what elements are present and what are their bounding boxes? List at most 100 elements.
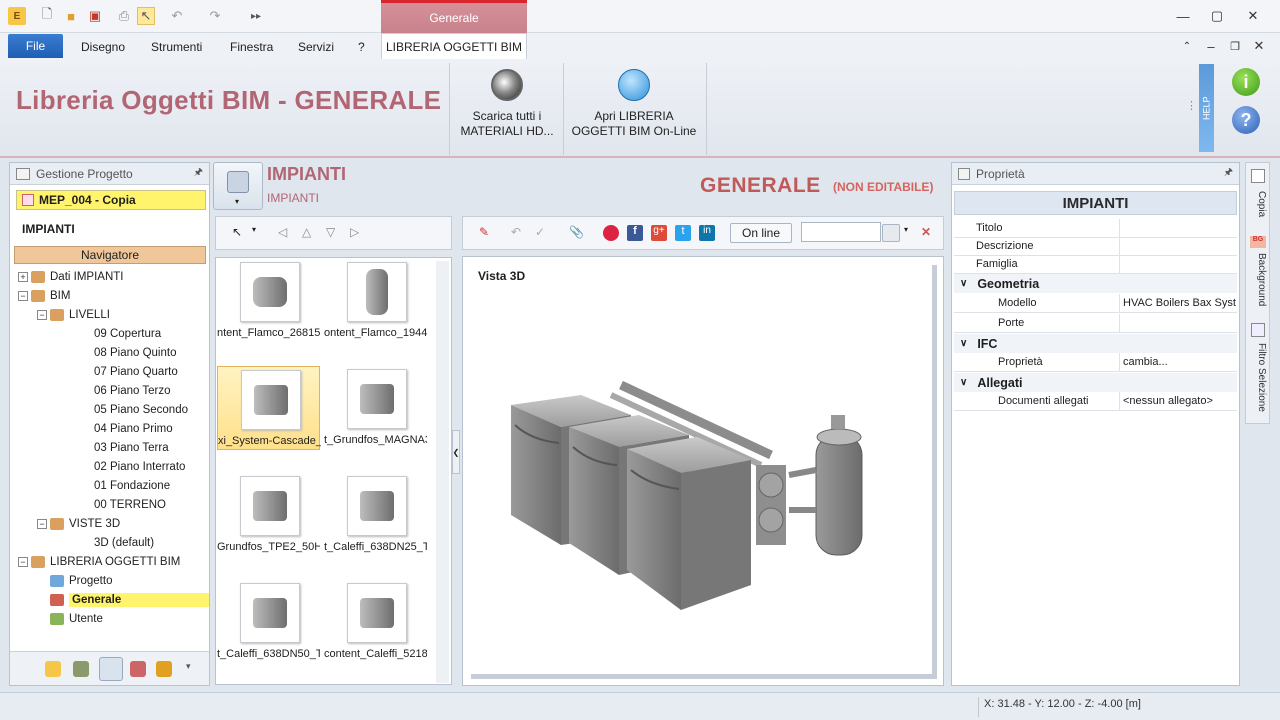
prop-row-documenti[interactable]: Documenti allegati <nessun allegato> bbox=[954, 392, 1237, 411]
tree-item[interactable]: 05 Piano Secondo bbox=[10, 400, 209, 419]
properties-pin-icon[interactable]: 🖈 bbox=[1224, 165, 1233, 182]
collapse-chevron-icon[interactable]: ∨ bbox=[960, 278, 967, 289]
tree-item[interactable]: 01 Fondazione bbox=[10, 476, 209, 495]
app-icon[interactable]: E bbox=[8, 7, 26, 25]
close-icon[interactable]: ✕ bbox=[1240, 6, 1266, 26]
library-object-thumbnail[interactable]: t_Grundfos_MAGNA3_ bbox=[324, 366, 427, 450]
open-online-library-button[interactable]: Apri LIBRERIA OGGETTI BIM On-Line bbox=[568, 67, 700, 147]
new-file-icon[interactable]: 🗋 bbox=[38, 6, 56, 25]
minimize-icon[interactable]: — bbox=[1170, 6, 1196, 26]
structure-icon[interactable] bbox=[99, 657, 123, 681]
category-selector[interactable]: ▾ bbox=[213, 162, 263, 210]
save-icon[interactable]: ▣ bbox=[86, 7, 104, 25]
tree-expander-icon[interactable]: − bbox=[18, 556, 28, 567]
prop-category-geometria[interactable]: ∨ Geometria bbox=[954, 274, 1237, 293]
tree-item[interactable]: − BIM bbox=[10, 286, 209, 305]
ribbon-collapse-icon[interactable]: ⌃ bbox=[1174, 36, 1200, 56]
tree-expander-icon[interactable]: − bbox=[18, 290, 28, 301]
undo-view-icon[interactable]: ↶ bbox=[511, 225, 527, 241]
edit-pencil-icon[interactable]: ✎ bbox=[479, 225, 495, 241]
googleplus-icon[interactable]: g+ bbox=[651, 225, 667, 241]
side-tab-background[interactable]: Background bbox=[1249, 253, 1267, 306]
tree-item[interactable]: Progetto bbox=[10, 571, 209, 590]
open-folder-icon[interactable]: ■ bbox=[62, 7, 80, 25]
clear-search-icon[interactable]: ✕ bbox=[921, 225, 937, 241]
help-strip[interactable]: HELP bbox=[1199, 64, 1214, 152]
pin-icon[interactable]: 🖈 bbox=[194, 165, 203, 182]
prop-category-allegati[interactable]: ∨ Allegati bbox=[954, 373, 1237, 392]
confirm-icon[interactable]: ✓ bbox=[535, 225, 551, 241]
library-object-thumbnail[interactable]: t_Caleffi_638DN25_Th bbox=[324, 473, 427, 557]
tree-item[interactable]: 08 Piano Quinto bbox=[10, 343, 209, 362]
more-dropdown-icon[interactable]: ▾ bbox=[186, 661, 202, 677]
library-object-thumbnail[interactable]: content_Caleffi_52180 bbox=[324, 580, 427, 664]
prop-value[interactable] bbox=[1120, 255, 1237, 273]
library-search-input[interactable] bbox=[801, 222, 881, 242]
doc-restore-icon[interactable]: ❐ bbox=[1222, 36, 1248, 56]
linkedin-icon[interactable]: in bbox=[699, 225, 715, 241]
menu-disegno[interactable]: Disegno bbox=[81, 40, 125, 54]
side-tab-filtro[interactable]: Filtro Selezione bbox=[1249, 343, 1267, 412]
prop-row-descrizione[interactable]: Descrizione bbox=[954, 237, 1237, 256]
prop-value[interactable]: <nessun allegato> bbox=[1120, 392, 1237, 410]
info-icon[interactable]: i bbox=[1232, 68, 1260, 96]
prop-row-titolo[interactable]: Titolo bbox=[954, 219, 1237, 238]
terrain-icon[interactable] bbox=[73, 661, 89, 677]
down-icon[interactable]: ▽ bbox=[326, 225, 342, 241]
web-link-icon[interactable] bbox=[603, 225, 619, 241]
prop-value[interactable]: HVAC Boilers Bax Syst bbox=[1120, 294, 1237, 312]
tree-item[interactable]: 00 TERRENO bbox=[10, 495, 209, 514]
prop-value[interactable] bbox=[1120, 237, 1237, 255]
tree-item[interactable]: 07 Piano Quarto bbox=[10, 362, 209, 381]
library-object-thumbnail[interactable]: t_Caleffi_638DN50_Th bbox=[217, 580, 320, 664]
print-icon[interactable]: ⎙ bbox=[115, 7, 133, 25]
prop-value[interactable] bbox=[1120, 219, 1237, 237]
tree-item[interactable]: + Dati IMPIANTI bbox=[10, 267, 209, 286]
doc-minimize-icon[interactable]: – bbox=[1198, 36, 1224, 56]
plugin-icon[interactable] bbox=[156, 661, 172, 677]
prop-category-ifc[interactable]: ∨ IFC bbox=[954, 334, 1237, 353]
facebook-icon[interactable]: f bbox=[627, 225, 643, 241]
tree-item[interactable]: 03 Piano Terra bbox=[10, 438, 209, 457]
tree-expander-icon[interactable]: − bbox=[37, 309, 47, 320]
attach-icon[interactable]: 📎 bbox=[569, 225, 585, 241]
redo-icon[interactable]: ↷ bbox=[206, 7, 224, 25]
prop-row-famiglia[interactable]: Famiglia bbox=[954, 255, 1237, 274]
collapse-chevron-icon[interactable]: ∨ bbox=[960, 338, 967, 349]
collapse-chevron-icon[interactable]: ∨ bbox=[960, 377, 967, 388]
library-object-thumbnail[interactable]: ntent_Flamco_268150 bbox=[217, 259, 320, 343]
tree-item[interactable]: Utente bbox=[10, 609, 209, 628]
prop-value[interactable] bbox=[1120, 314, 1237, 332]
select-tool-icon[interactable]: ↖ bbox=[232, 225, 248, 241]
undo-icon[interactable]: ↶ bbox=[168, 7, 186, 25]
doc-close-icon[interactable]: ✕ bbox=[1246, 36, 1272, 56]
library-object-thumbnail[interactable]: xi_System-Cascade_1: bbox=[217, 366, 321, 450]
prop-value[interactable]: cambia... bbox=[1120, 353, 1237, 371]
library-object-thumbnail[interactable]: Grundfos_TPE2_50Hz_ bbox=[217, 473, 320, 557]
search-icon[interactable] bbox=[882, 224, 900, 242]
tab-libreria-oggetti-bim[interactable]: LIBRERIA OGGETTI BIM bbox=[381, 33, 527, 59]
download-materials-button[interactable]: Scarica tutti i MATERIALI HD... bbox=[452, 67, 562, 147]
splitter-collapse-icon[interactable]: ❮ bbox=[452, 430, 460, 474]
tree-item[interactable]: 3D (default) bbox=[10, 533, 209, 552]
project-selector[interactable]: MEP_004 - Copia bbox=[16, 190, 206, 210]
tree-item[interactable]: − LIBRERIA OGGETTI BIM bbox=[10, 552, 209, 571]
list-icon[interactable] bbox=[130, 661, 146, 677]
twitter-icon[interactable]: t bbox=[675, 225, 691, 241]
viewer-3d-canvas[interactable]: Vista 3D bbox=[471, 265, 937, 679]
menu-finestra[interactable]: Finestra bbox=[230, 40, 273, 54]
menu-strumenti[interactable]: Strumenti bbox=[151, 40, 202, 54]
tree-expander-icon[interactable]: − bbox=[37, 518, 47, 529]
up-icon[interactable]: △ bbox=[302, 225, 318, 241]
maximize-icon[interactable]: ▢ bbox=[1204, 6, 1230, 26]
tree-item[interactable]: − VISTE 3D bbox=[10, 514, 209, 533]
tree-item[interactable]: 04 Piano Primo bbox=[10, 419, 209, 438]
tree-item[interactable]: 09 Copertura bbox=[10, 324, 209, 343]
select-dropdown-icon[interactable]: ▾ bbox=[252, 225, 268, 241]
navigator-bar[interactable]: Navigatore bbox=[14, 246, 206, 264]
tree-expander-icon[interactable]: + bbox=[18, 271, 28, 282]
prop-row-proprieta[interactable]: Proprietà cambia... bbox=[954, 353, 1237, 372]
prev-icon[interactable]: ◁ bbox=[278, 225, 294, 241]
next-icon[interactable]: ▷ bbox=[350, 225, 366, 241]
menu-help[interactable]: ? bbox=[358, 40, 365, 54]
